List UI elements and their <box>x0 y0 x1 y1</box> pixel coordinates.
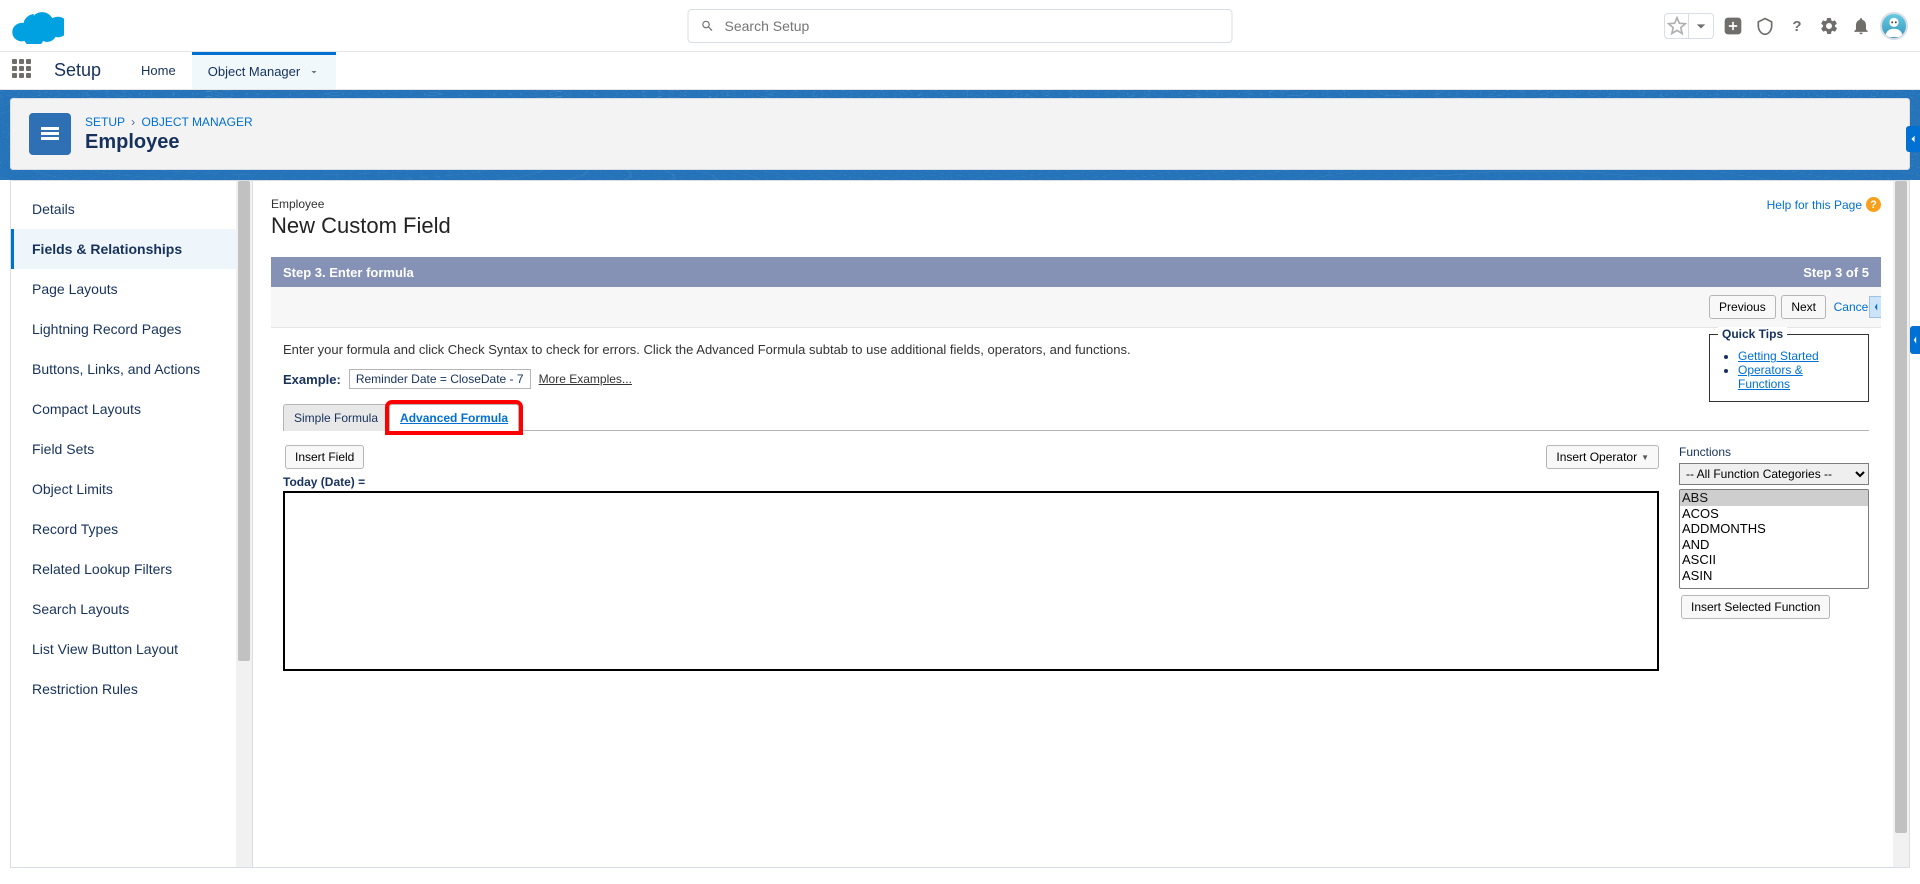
favorites-combo <box>1664 13 1714 39</box>
page-header: SETUP › OBJECT MANAGER Employee <box>10 98 1910 170</box>
help-icon: ? <box>1866 197 1881 212</box>
notifications-icon[interactable] <box>1848 13 1874 39</box>
sidebar-item-lightning-pages[interactable]: Lightning Record Pages <box>11 309 236 349</box>
next-button[interactable]: Next <box>1781 295 1826 319</box>
tab-object-manager-label: Object Manager <box>208 64 301 79</box>
editor-toolbar: Insert Field Insert Operator <box>283 445 1659 469</box>
more-examples-link[interactable]: More Examples... <box>539 372 632 386</box>
editor-left: Insert Field Insert Operator Today (Date… <box>283 445 1659 674</box>
header-actions: ? <box>1664 12 1908 40</box>
object-icon <box>29 113 71 155</box>
sidebar: Details Fields & Relationships Page Layo… <box>11 181 236 867</box>
editor-area: Insert Field Insert Operator Today (Date… <box>283 445 1869 674</box>
sidebar-item-record-types[interactable]: Record Types <box>11 509 236 549</box>
sidebar-item-details[interactable]: Details <box>11 189 236 229</box>
sidebar-wrap: Details Fields & Relationships Page Layo… <box>11 181 253 867</box>
previous-button[interactable]: Previous <box>1709 295 1776 319</box>
sidebar-item-search-layouts[interactable]: Search Layouts <box>11 589 236 629</box>
object-crumb: Employee <box>271 197 451 211</box>
global-header: ? <box>0 0 1920 52</box>
svg-text:?: ? <box>1792 18 1801 35</box>
sidebar-item-restriction-rules[interactable]: Restriction Rules <box>11 669 236 709</box>
step-bar: Step 3. Enter formula Step 3 of 5 <box>271 257 1881 287</box>
formula-textarea[interactable] <box>283 491 1659 671</box>
wizard-button-row: Previous Next Cancel <box>271 287 1881 328</box>
step-indicator: Step 3 of 5 <box>1803 265 1869 280</box>
cancel-button[interactable]: Cancel <box>1834 300 1871 314</box>
search-input[interactable] <box>725 18 1220 34</box>
app-launcher-icon[interactable] <box>12 59 36 83</box>
salesforce-help-icon[interactable] <box>1752 13 1778 39</box>
chevron-down-icon <box>308 66 320 78</box>
salesforce-logo[interactable] <box>12 8 64 44</box>
add-icon[interactable] <box>1720 13 1746 39</box>
search-icon <box>701 19 715 33</box>
app-title: Setup <box>54 60 101 81</box>
tab-simple-formula[interactable]: Simple Formula <box>283 404 389 431</box>
tab-object-manager[interactable]: Object Manager <box>192 52 337 90</box>
quick-tip-operators-functions[interactable]: Operators & Functions <box>1738 363 1803 391</box>
setup-gear-icon[interactable] <box>1816 13 1842 39</box>
insert-function-button[interactable]: Insert Selected Function <box>1681 595 1830 619</box>
sidebar-item-field-sets[interactable]: Field Sets <box>11 429 236 469</box>
example-row: Example: Reminder Date = CloseDate - 7 M… <box>283 369 1869 389</box>
function-listbox[interactable]: ABS ACOS ADDMONTHS AND ASCII ASIN <box>1679 489 1869 589</box>
content-scrollbar[interactable] <box>1893 181 1909 867</box>
sidebar-scrollbar-thumb[interactable] <box>238 181 250 661</box>
user-avatar[interactable] <box>1880 12 1908 40</box>
content-wrap: Employee New Custom Field Help for this … <box>253 181 1909 867</box>
favorite-dropdown-icon[interactable] <box>1689 14 1713 38</box>
functions-label: Functions <box>1679 445 1869 459</box>
example-label: Example: <box>283 372 341 387</box>
sidebar-item-lookup-filters[interactable]: Related Lookup Filters <box>11 549 236 589</box>
help-link-text: Help for this Page <box>1767 198 1862 212</box>
help-for-page-link[interactable]: Help for this Page ? <box>1767 197 1881 212</box>
page-title: Employee <box>85 131 253 154</box>
instruction-text: Enter your formula and click Check Synta… <box>283 342 1869 357</box>
example-code: Reminder Date = CloseDate - 7 <box>349 369 531 389</box>
insert-field-button[interactable]: Insert Field <box>285 445 364 469</box>
breadcrumb-setup[interactable]: SETUP <box>85 115 125 129</box>
sidebar-item-fields[interactable]: Fields & Relationships <box>11 229 236 269</box>
sidebar-item-page-layouts[interactable]: Page Layouts <box>11 269 236 309</box>
search-input-container[interactable] <box>688 9 1233 43</box>
breadcrumb-object-manager[interactable]: OBJECT MANAGER <box>141 115 252 129</box>
formula-tabs: Simple Formula Advanced Formula <box>283 403 1869 431</box>
content-scrollbar-thumb[interactable] <box>1895 181 1907 833</box>
breadcrumb: SETUP › OBJECT MANAGER <box>85 115 253 129</box>
decorative-strip <box>0 90 1920 98</box>
breadcrumb-separator: › <box>131 115 135 129</box>
panel-slide-handle[interactable] <box>1869 296 1881 318</box>
insert-operator-button[interactable]: Insert Operator <box>1546 445 1659 469</box>
sidebar-item-buttons-links[interactable]: Buttons, Links, and Actions <box>11 349 236 389</box>
tab-advanced-formula-label: Advanced Formula <box>400 411 508 425</box>
formula-field-label: Today (Date) = <box>283 475 1659 489</box>
content: Employee New Custom Field Help for this … <box>253 181 1893 867</box>
page-header-wrap: SETUP › OBJECT MANAGER Employee <box>0 98 1920 180</box>
main-container: Details Fields & Relationships Page Layo… <box>10 180 1910 868</box>
insert-operator-label: Insert Operator <box>1556 450 1637 464</box>
quick-tips-box: Quick Tips Getting Started Operators & F… <box>1709 334 1869 402</box>
nav-bar: Setup Home Object Manager <box>0 52 1920 90</box>
sidebar-item-compact-layouts[interactable]: Compact Layouts <box>11 389 236 429</box>
tab-home[interactable]: Home <box>125 52 192 90</box>
sidebar-scrollbar[interactable] <box>236 181 252 867</box>
section-title: New Custom Field <box>271 213 451 239</box>
right-edge-handle[interactable] <box>1910 326 1920 354</box>
favorite-icon[interactable] <box>1665 14 1689 38</box>
sidebar-item-list-view-button[interactable]: List View Button Layout <box>11 629 236 669</box>
sidebar-item-object-limits[interactable]: Object Limits <box>11 469 236 509</box>
quick-tips-legend: Quick Tips <box>1718 327 1787 341</box>
header-collapse-handle[interactable] <box>1906 126 1920 152</box>
quick-tip-getting-started[interactable]: Getting Started <box>1738 349 1819 363</box>
step-title: Step 3. Enter formula <box>283 265 414 280</box>
help-question-icon[interactable]: ? <box>1784 13 1810 39</box>
tab-advanced-formula[interactable]: Advanced Formula <box>389 404 519 431</box>
formula-body: Enter your formula and click Check Synta… <box>271 328 1881 688</box>
function-category-select[interactable]: -- All Function Categories -- <box>1679 463 1869 485</box>
functions-panel: Functions -- All Function Categories -- … <box>1679 445 1869 674</box>
